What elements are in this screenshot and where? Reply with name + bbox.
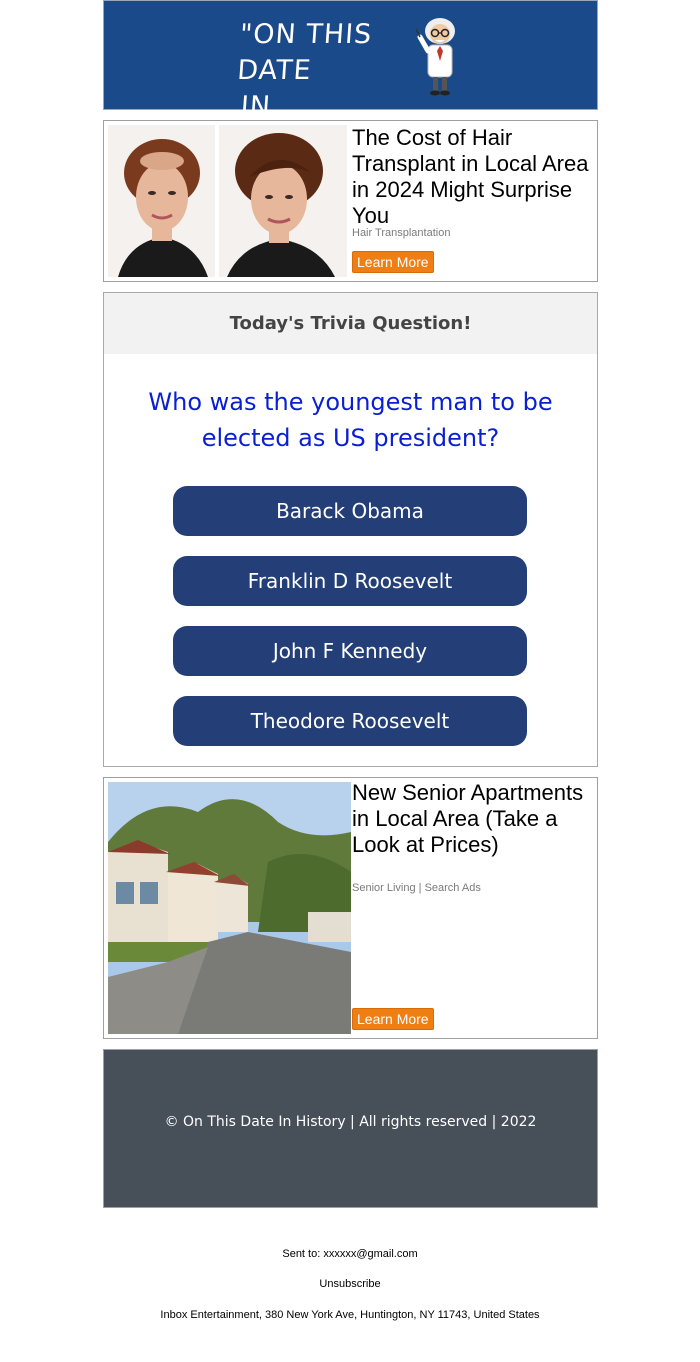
answer-button-barack-obama[interactable]: Barack Obama (173, 486, 527, 536)
ad-senior-apartments[interactable]: New Senior Apartments in Local Area (Tak… (103, 777, 598, 1039)
learn-more-button[interactable]: Learn More (352, 1008, 434, 1030)
ad-photo-street[interactable] (108, 782, 351, 1034)
answer-button-franklin-d-roosevelt[interactable]: Franklin D Roosevelt (173, 556, 527, 606)
sender-address: Inbox Entertainment, 380 New York Ave, H… (160, 1309, 540, 1321)
banner-title-line1: "ON THIS DATE (236, 19, 374, 86)
ad-photo-after[interactable] (219, 125, 347, 277)
unsubscribe-link[interactable]: Unsubscribe (0, 1278, 700, 1290)
trivia-heading: Today's Trivia Question! (104, 293, 597, 354)
professor-mascot-icon (416, 18, 455, 96)
ad-photo-before[interactable] (108, 125, 215, 277)
ad-sponsor-label: Hair Transplantation (352, 227, 451, 239)
learn-more-button[interactable]: Learn More (352, 251, 434, 273)
sent-to-text: Sent to: xxxxxx@gmail.com (282, 1248, 418, 1260)
answer-button-john-f-kennedy[interactable]: John F Kennedy (173, 626, 527, 676)
trivia-question: Who was the youngest man to be elected a… (148, 388, 553, 452)
ad-hair-transplant[interactable]: The Cost of Hair Transplant in Local Are… (103, 120, 598, 282)
copyright-text: © On This Date In History | All rights r… (164, 1114, 537, 1130)
ad-headline[interactable]: New Senior Apartments in Local Area (Tak… (352, 780, 592, 858)
trivia-card: Today's Trivia Question! Who was the you… (103, 292, 598, 767)
ad-headline[interactable]: The Cost of Hair Transplant in Local Are… (352, 125, 592, 229)
header-banner: "ON THIS DATE IN HISTORY..." (103, 0, 598, 158)
ad-sponsor-label: Senior Living | Search Ads (352, 882, 481, 894)
answer-button-theodore-roosevelt[interactable]: Theodore Roosevelt (173, 696, 527, 746)
site-footer: © On This Date In History | All rights r… (103, 1049, 598, 1208)
